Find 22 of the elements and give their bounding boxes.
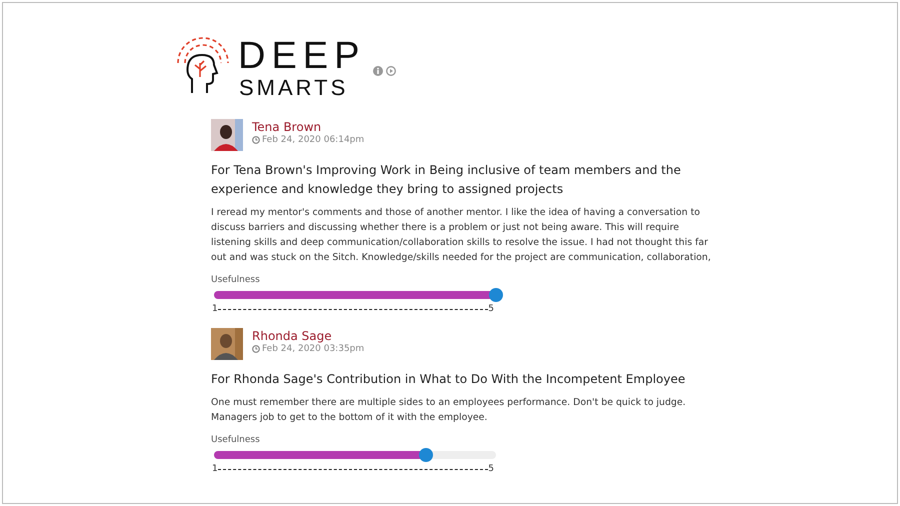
post-body: One must remember there are multiple sides to an employees performance. Don't be quick to judge. Managers job to get to the bottom of it with the employee. — [211, 396, 687, 425]
info-icon[interactable] — [373, 66, 384, 76]
post-time: Feb 24, 2020 06:14pm — [262, 135, 364, 145]
scale-max: 5 — [488, 304, 494, 314]
logo-subtitle: SMARTS — [239, 75, 350, 101]
scale-min: 1 — [212, 304, 218, 314]
rating-label: Usefulness — [211, 435, 261, 445]
logo-title: DEEP — [238, 37, 366, 75]
post-title: For Tena Brown's Improving Work in Being inclusive of team members and the experience and knowledge they bring to assigned projects — [211, 162, 682, 198]
slider-thumb[interactable] — [418, 448, 432, 462]
post-body: I reread my mentor's comments and those of another mentor. I like the idea of having a conversation to discuss barriers and discussing whether there is a problem or just not being aware. This will require listening skills and deep communication/collaboration skills to resolve the issue. I had not thought this far out and was stuck on the Sitch. Knowledge/skills needed for the project are communication, collaboration, — [211, 206, 712, 265]
scale-max: 5 — [488, 464, 494, 474]
rating-label: Usefulness — [211, 275, 261, 285]
author-name[interactable]: Rhonda Sage — [252, 329, 364, 344]
post-title: For Rhonda Sage's Contribution in What to Do With the Incompetent Employee — [211, 371, 686, 388]
play-icon[interactable] — [386, 66, 396, 76]
author-name[interactable]: Tena Brown — [252, 120, 364, 135]
post-time: Feb 24, 2020 03:35pm — [262, 344, 364, 354]
slider-thumb[interactable] — [489, 288, 503, 302]
clock-icon — [252, 345, 260, 353]
clock-icon — [252, 136, 260, 144]
scale-min: 1 — [212, 464, 218, 474]
